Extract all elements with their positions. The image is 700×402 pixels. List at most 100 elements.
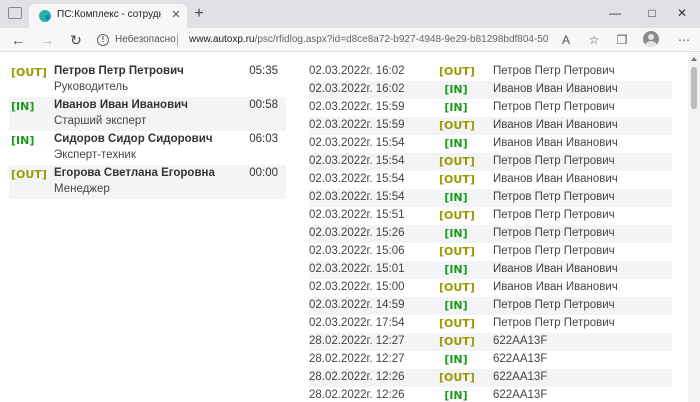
staff-role: Эксперт-техник	[54, 149, 136, 161]
site-favicon-icon	[39, 10, 51, 22]
staff-name: Иванов Иван Иванович	[54, 99, 188, 111]
forward-button[interactable]: →	[37, 30, 57, 50]
staff-role: Руководитель	[54, 81, 129, 93]
browser-toolbar: ← → ↻ ! Небезопасно www.autoxp.ru/psc/rf…	[0, 28, 700, 52]
log-name: Петров Петр Петрович	[493, 317, 615, 329]
log-status: [OUT]	[439, 65, 475, 78]
log-date: 02.03.2022г. 15:51	[309, 209, 405, 221]
log-status: [OUT]	[439, 245, 475, 258]
log-date: 28.02.2022г. 12:26	[309, 389, 405, 401]
staff-time: 00:00	[249, 167, 278, 179]
log-name: Иванов Иван Иванович	[493, 281, 618, 293]
log-status: [IN]	[444, 137, 468, 150]
log-status: [OUT]	[439, 209, 475, 222]
browser-tab-active[interactable]: ПС:Комплекс - сотрудники ✕	[29, 4, 187, 28]
log-row: 02.03.2022г. 14:59 [IN] Петров Петр Петров…	[309, 297, 672, 315]
staff-status: [IN]	[11, 100, 35, 113]
log-name: Иванов Иван Иванович	[493, 137, 618, 149]
staff-name: Петров Петр Петрович	[54, 65, 184, 77]
rfid-event-log: 02.03.2022г. 16:02 [OUT] Петров Петр Петро…	[309, 63, 672, 402]
log-row: 02.03.2022г. 15:59 [OUT] Иванов Иван Ивано…	[309, 117, 672, 135]
log-date: 02.03.2022г. 15:54	[309, 191, 405, 203]
log-row: 02.03.2022г. 15:01 [IN] Иванов Иван Иванов…	[309, 261, 672, 279]
log-status: [IN]	[444, 389, 468, 402]
log-row: 28.02.2022г. 12:27 [IN] 622AA13F	[309, 351, 672, 369]
log-date: 02.03.2022г. 14:59	[309, 299, 405, 311]
staff-name: Егорова Светлана Егоровна	[54, 167, 215, 179]
log-date: 02.03.2022г. 16:02	[309, 83, 405, 95]
log-name: Петров Петр Петрович	[493, 245, 615, 257]
log-date: 28.02.2022г. 12:26	[309, 371, 405, 383]
reload-button[interactable]: ↻	[66, 30, 86, 50]
log-row: 02.03.2022г. 15:54 [OUT] Петров Петр Петро…	[309, 153, 672, 171]
page-scrollbar[interactable]	[688, 53, 700, 402]
log-date: 02.03.2022г. 15:54	[309, 173, 405, 185]
log-row: 02.03.2022г. 15:54 [IN] Иванов Иван Иванов…	[309, 135, 672, 153]
log-row: 28.02.2022г. 12:26 [OUT] 622AA13F	[309, 369, 672, 387]
log-date: 02.03.2022г. 15:59	[309, 119, 405, 131]
url-host: www.autoxp.ru	[189, 34, 255, 45]
log-row: 02.03.2022г. 15:59 [IN] Петров Петр Петров…	[309, 99, 672, 117]
tab-actions-menu-icon[interactable]	[8, 7, 22, 19]
staff-status-list: [OUT] Петров Петр Петрович Руководитель …	[9, 63, 286, 199]
log-name: Петров Петр Петрович	[493, 191, 615, 203]
new-tab-button[interactable]: +	[190, 5, 208, 23]
tab-title: ПС:Комплекс - сотрудники	[57, 9, 161, 20]
profile-avatar-icon[interactable]	[643, 31, 659, 47]
staff-card: [IN] Сидоров Сидор Сидорович Эксперт-тех…	[9, 131, 286, 165]
favorites-star-icon[interactable]: ☆	[586, 32, 602, 48]
scroll-thumb[interactable]	[691, 67, 697, 109]
page-content: [OUT] Петров Петр Петрович Руководитель …	[0, 53, 700, 402]
log-status: [IN]	[444, 101, 468, 114]
window-close-button[interactable]: ✕	[672, 4, 692, 22]
tab-close-icon[interactable]: ✕	[169, 7, 183, 23]
log-date: 02.03.2022г. 15:59	[309, 101, 405, 113]
url-path: /psc/rfidlog.aspx?id=d8ce8a72-b927-4948-…	[254, 34, 549, 45]
staff-status: [OUT]	[11, 66, 47, 79]
log-status: [OUT]	[439, 173, 475, 186]
log-row: 02.03.2022г. 17:54 [OUT] Петров Петр Петро…	[309, 315, 672, 333]
log-status: [IN]	[444, 353, 468, 366]
log-status: [OUT]	[439, 155, 475, 168]
log-status: [OUT]	[439, 317, 475, 330]
window-maximize-button[interactable]: □	[642, 4, 662, 22]
log-date: 02.03.2022г. 15:06	[309, 245, 405, 257]
log-name: Иванов Иван Иванович	[493, 263, 618, 275]
log-status: [OUT]	[439, 335, 475, 348]
log-status: [IN]	[444, 299, 468, 312]
not-secure-warning-icon[interactable]: !	[97, 34, 109, 46]
log-name: Петров Петр Петрович	[493, 227, 615, 239]
log-name: Иванов Иван Иванович	[493, 173, 618, 185]
log-name: Петров Петр Петрович	[493, 209, 615, 221]
staff-card: [IN] Иванов Иван Иванович Старший экспер…	[9, 97, 286, 131]
log-date: 28.02.2022г. 12:27	[309, 335, 405, 347]
log-status: [OUT]	[439, 371, 475, 384]
log-name: 622AA13F	[493, 335, 548, 347]
scroll-up-arrow-icon[interactable]	[691, 57, 697, 61]
url-text[interactable]: www.autoxp.ru/psc/rfidlog.aspx?id=d8ce8a…	[189, 34, 549, 45]
log-row: 02.03.2022г. 15:54 [IN] Петров Петр Петров…	[309, 189, 672, 207]
log-row: 02.03.2022г. 16:02 [OUT] Петров Петр Петро…	[309, 63, 672, 81]
log-row: 02.03.2022г. 16:02 [IN] Иванов Иван Иванов…	[309, 81, 672, 99]
staff-time: 05:35	[249, 65, 278, 77]
log-row: 02.03.2022г. 15:26 [IN] Петров Петр Петров…	[309, 225, 672, 243]
log-date: 02.03.2022г. 15:26	[309, 227, 405, 239]
log-status: [OUT]	[439, 281, 475, 294]
log-status: [OUT]	[439, 119, 475, 132]
log-date: 02.03.2022г. 15:01	[309, 263, 405, 275]
not-secure-label[interactable]: Небезопасно	[115, 34, 176, 45]
back-button[interactable]: ←	[8, 30, 28, 50]
log-row: 28.02.2022г. 12:26 [IN] 622AA13F	[309, 387, 672, 402]
staff-status: [OUT]	[11, 168, 47, 181]
staff-role: Старший эксперт	[54, 115, 147, 127]
address-separator	[177, 34, 178, 46]
staff-card: [OUT] Петров Петр Петрович Руководитель …	[9, 63, 286, 97]
staff-card: [OUT] Егорова Светлана Егоровна Менеджер…	[9, 165, 286, 199]
read-aloud-icon[interactable]: A	[558, 32, 574, 48]
collections-icon[interactable]: ❐	[614, 32, 630, 48]
window-minimize-button[interactable]: —	[605, 4, 625, 22]
log-row: 28.02.2022г. 12:27 [OUT] 622AA13F	[309, 333, 672, 351]
more-menu-icon[interactable]: ⋯	[676, 32, 692, 48]
address-bar[interactable]: ! Небезопасно www.autoxp.ru/psc/rfidlog.…	[93, 30, 553, 50]
log-status: [IN]	[444, 83, 468, 96]
